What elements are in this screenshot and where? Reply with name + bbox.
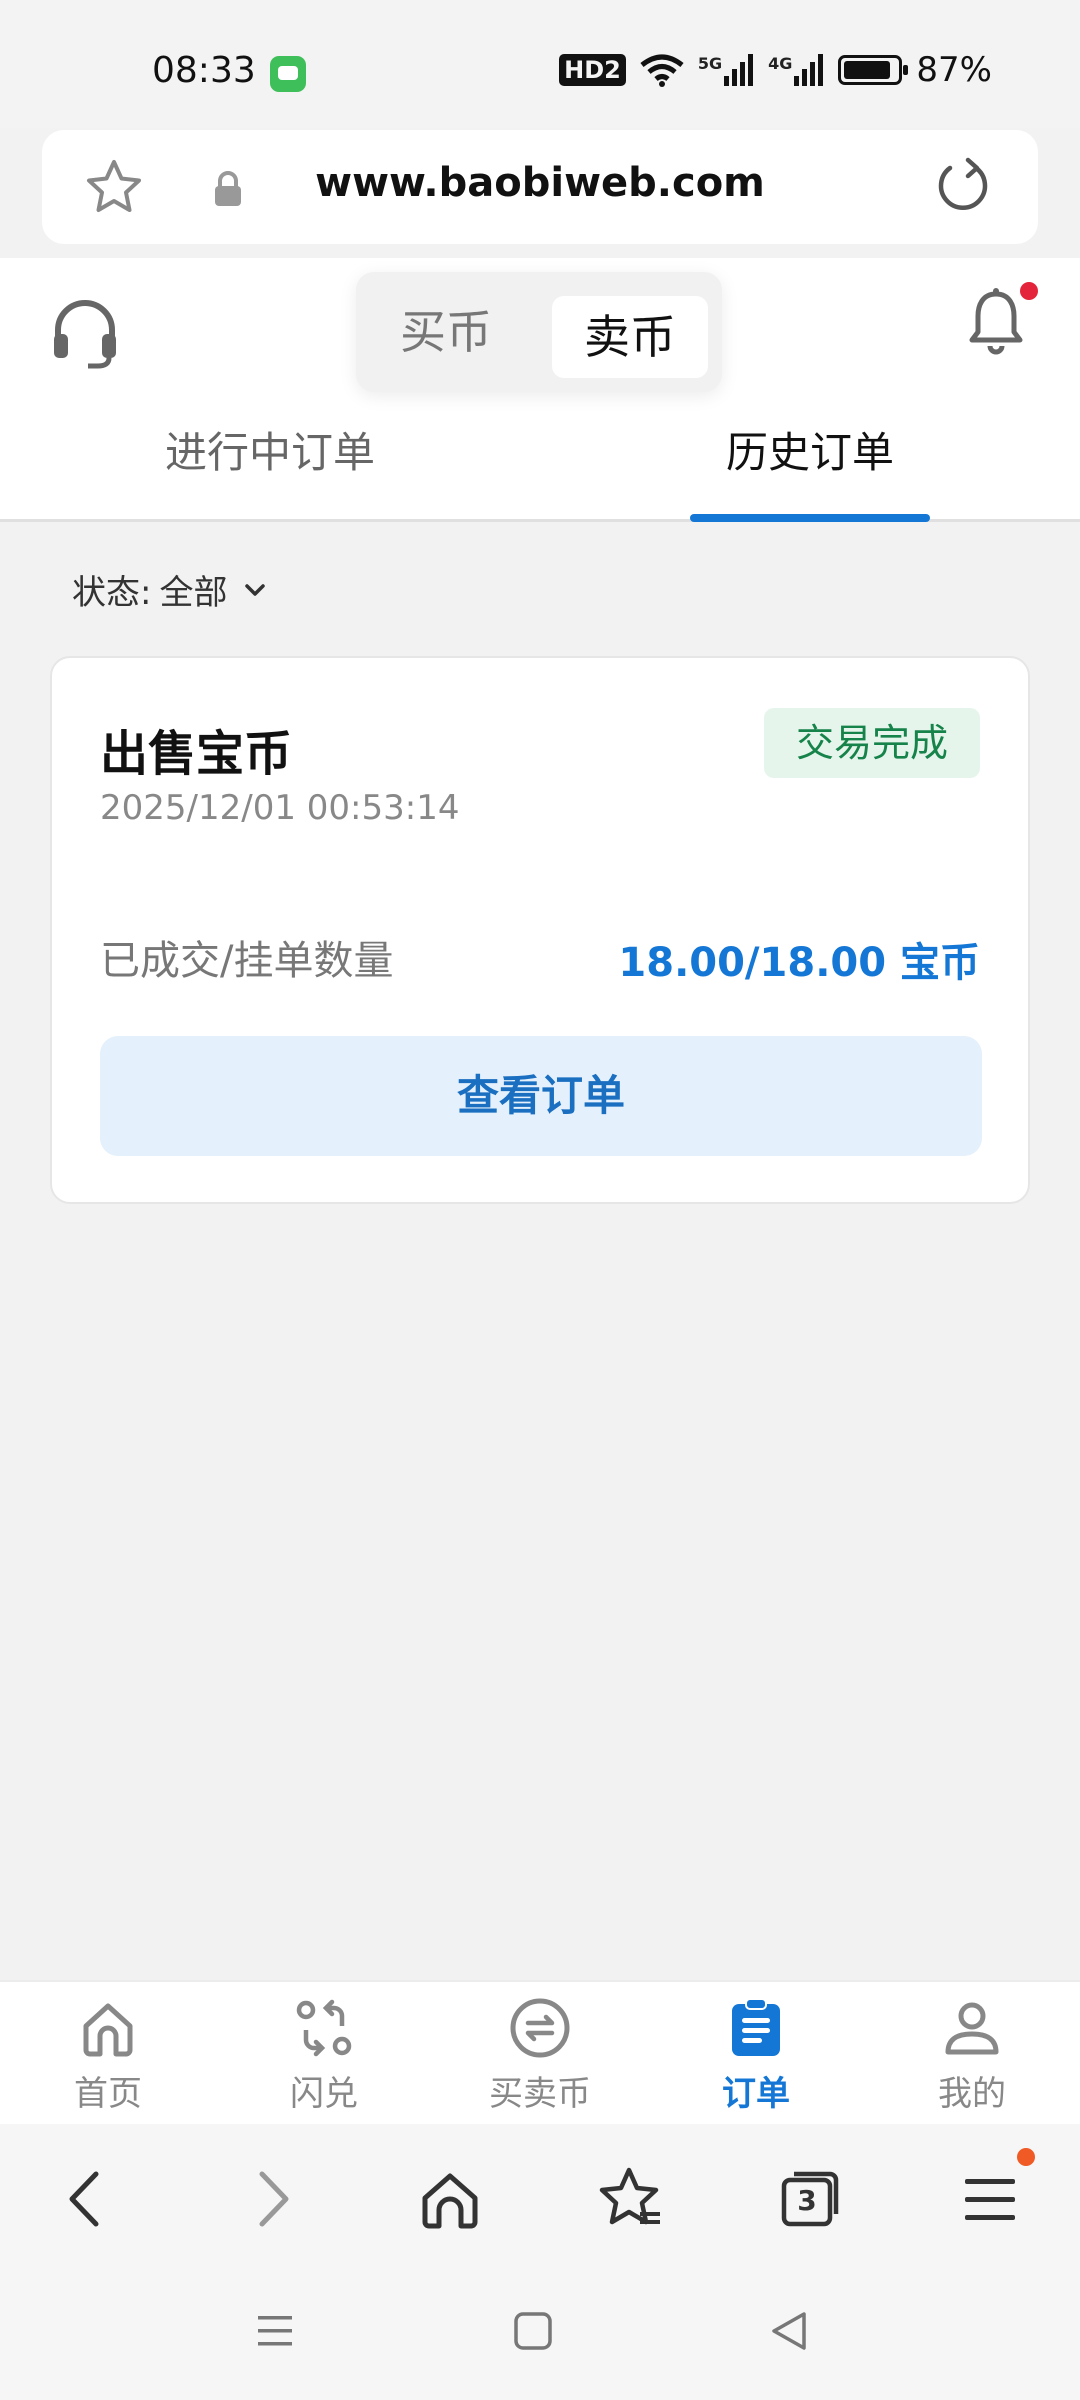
buy-sell-segment: 买币 卖币 — [356, 272, 722, 392]
menu-notification-dot — [1017, 2148, 1035, 2166]
exchange-icon — [510, 1998, 570, 2058]
signal-bars-icon — [724, 54, 754, 86]
tabs-icon[interactable]: 3 — [776, 2164, 846, 2234]
battery-icon — [838, 55, 909, 85]
clock: 08:33 — [152, 50, 256, 91]
url-text[interactable]: www.baobiweb.com — [42, 160, 1038, 206]
tab-ongoing-orders[interactable]: 进行中订单 — [0, 408, 540, 498]
nav-label: 买卖币 — [489, 2074, 591, 2114]
quantity-label: 已成交/挂单数量 — [100, 938, 394, 984]
nav-label: 首页 — [74, 2074, 142, 2114]
nav-label: 订单 — [722, 2074, 790, 2114]
hd-voice-icon: HD2 — [559, 54, 626, 86]
browser-home-icon[interactable] — [415, 2164, 485, 2234]
status-icons: HD2 5G 4G 87% — [559, 50, 992, 90]
tab-history-orders[interactable]: 历史订单 — [540, 408, 1080, 498]
filter-value[interactable]: 全部 — [159, 565, 227, 614]
quantity-value: 18.00/18.00 宝币 — [618, 940, 980, 986]
order-card: 出售宝币 交易完成 2025/12/01 00:53:14 已成交/挂单数量 1… — [50, 656, 1030, 1204]
segment-sell[interactable]: 卖币 — [552, 296, 708, 378]
order-status-badge: 交易完成 — [764, 708, 980, 778]
recent-apps-icon[interactable] — [252, 2308, 298, 2354]
home-icon — [83, 2003, 133, 2057]
status-bar: 08:33 HD2 5G 4G 87% — [0, 0, 1080, 128]
back-icon[interactable] — [52, 2164, 122, 2234]
segment-buy[interactable]: 买币 — [356, 272, 536, 392]
system-navigation — [0, 2268, 1080, 2400]
active-tab-indicator — [690, 514, 930, 522]
chevron-down-icon[interactable] — [241, 576, 269, 604]
forward-icon[interactable] — [236, 2164, 306, 2234]
signal-4g-icon: 4G — [768, 54, 824, 86]
signal-bars-icon — [794, 54, 824, 86]
nav-label: 我的 — [938, 2074, 1006, 2114]
headset-support-icon[interactable] — [50, 296, 120, 370]
address-bar[interactable]: www.baobiweb.com — [42, 130, 1038, 244]
back-button-icon[interactable] — [766, 2308, 812, 2354]
battery-percent: 87% — [916, 50, 992, 90]
nav-item-trade[interactable]: 买卖币 — [460, 1996, 620, 2120]
notification-dot — [1020, 282, 1038, 300]
nav-item-profile[interactable]: 我的 — [892, 1996, 1052, 2120]
nav-label: 闪兑 — [290, 2074, 358, 2114]
bottom-nav: 首页 闪兑 买卖币 订单 我的 — [0, 1980, 1080, 2124]
page-header: 买币 卖币 进行中订单 历史订单 — [0, 258, 1080, 522]
wifi-icon — [640, 54, 684, 87]
messages-app-icon — [270, 56, 306, 92]
signal-5g-icon: 5G — [698, 54, 754, 86]
tab-count: 3 — [797, 2184, 817, 2217]
order-title: 出售宝币 — [100, 726, 293, 782]
user-icon — [945, 2002, 999, 2055]
browser-toolbar: 3 — [0, 2124, 1080, 2268]
order-icon — [732, 1998, 780, 2056]
bell-icon[interactable] — [966, 288, 1026, 358]
nav-item-swap[interactable]: 闪兑 — [244, 1996, 404, 2120]
nav-item-orders[interactable]: 订单 — [676, 1996, 836, 2120]
swap-icon — [296, 1999, 352, 2057]
reload-icon[interactable] — [930, 154, 996, 220]
nav-item-home[interactable]: 首页 — [28, 1996, 188, 2120]
filter-label: 状态: — [72, 573, 152, 613]
bookmarks-icon[interactable] — [596, 2164, 666, 2234]
menu-icon[interactable] — [955, 2164, 1025, 2234]
order-time: 2025/12/01 00:53:14 — [100, 788, 460, 828]
view-order-button[interactable]: 查看订单 — [100, 1036, 982, 1156]
home-button-icon[interactable] — [510, 2308, 556, 2354]
status-filter[interactable]: 状态: 全部 — [72, 565, 269, 614]
